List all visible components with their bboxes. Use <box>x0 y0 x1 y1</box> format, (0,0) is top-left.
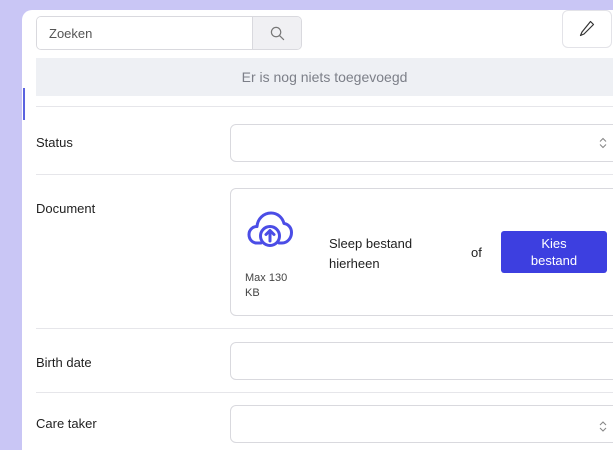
search-input[interactable] <box>37 17 252 49</box>
file-dropzone[interactable]: Max 130 KB Sleep bestand hierheen of Kie… <box>230 188 613 316</box>
search-icon <box>270 26 284 40</box>
birth-date-label: Birth date <box>36 355 92 370</box>
edit-button[interactable] <box>562 10 612 48</box>
search-bar <box>36 16 302 50</box>
divider <box>36 174 613 175</box>
divider <box>36 392 613 393</box>
birth-date-input[interactable] <box>230 342 613 380</box>
status-select[interactable] <box>230 124 613 162</box>
care-taker-label: Care taker <box>36 416 97 431</box>
document-label: Document <box>36 201 96 216</box>
max-file-size: Max 130 KB <box>245 272 288 299</box>
chevron-up-down-icon <box>599 137 607 150</box>
cloud-upload-icon <box>247 211 293 247</box>
drop-hint: Sleep bestand hierheen <box>329 236 413 271</box>
scroll-indicator <box>23 88 25 120</box>
divider <box>36 328 613 329</box>
empty-list-message: Er is nog niets toegevoegd <box>36 58 613 96</box>
status-label: Status <box>36 135 73 150</box>
or-label: of <box>471 245 482 260</box>
divider <box>36 106 613 107</box>
search-button[interactable] <box>252 17 301 49</box>
choose-file-button[interactable]: Kies bestand <box>501 231 607 273</box>
chevron-up-down-icon <box>599 420 607 433</box>
pencil-icon <box>579 20 595 37</box>
care-taker-select[interactable] <box>230 405 613 443</box>
